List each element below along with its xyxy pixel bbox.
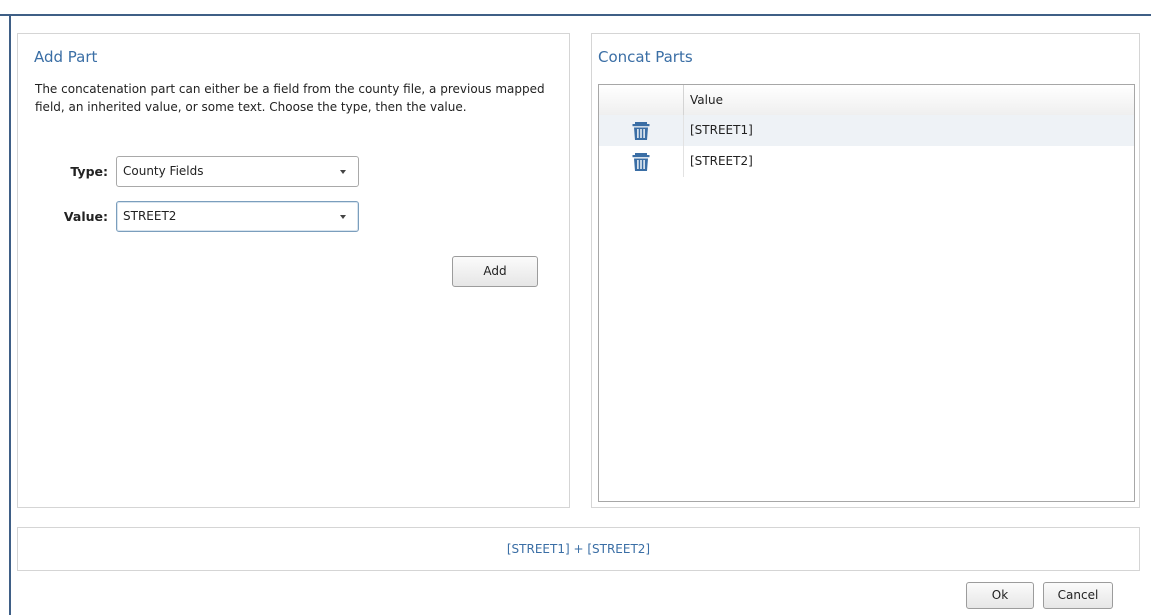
row-value: [STREET2] (690, 154, 753, 168)
concat-parts-panel: Concat Parts Value [STREET1] [STREET2] (591, 33, 1140, 508)
column-separator (683, 85, 684, 115)
value-select-value: STREET2 (123, 209, 177, 223)
concat-parts-grid: Value [STREET1] [STREET2] (598, 84, 1135, 502)
add-part-panel: Add Part The concatenation part can eith… (17, 33, 570, 508)
row-value: [STREET1] (690, 123, 753, 137)
add-part-title: Add Part (34, 48, 98, 66)
chevron-down-icon (340, 215, 346, 219)
cancel-button[interactable]: Cancel (1043, 582, 1113, 609)
column-separator (683, 115, 684, 146)
value-select[interactable]: STREET2 (116, 201, 359, 232)
value-column-header[interactable]: Value (690, 93, 723, 107)
value-label: Value: (63, 209, 108, 224)
concat-parts-title: Concat Parts (598, 48, 693, 66)
type-select-value: County Fields (123, 164, 204, 178)
column-separator (683, 146, 684, 177)
expression-preview: [STREET1] + [STREET2] (17, 527, 1140, 571)
table-row[interactable]: [STREET2] (599, 146, 1134, 177)
chevron-down-icon (340, 170, 346, 174)
expression-text: [STREET1] + [STREET2] (506, 542, 651, 556)
add-part-description: The concatenation part can either be a f… (35, 82, 545, 114)
type-label: Type: (70, 164, 108, 179)
grid-header: Value (599, 85, 1134, 116)
add-button[interactable]: Add (452, 256, 538, 287)
type-select[interactable]: County Fields (116, 156, 359, 187)
ok-button[interactable]: Ok (966, 582, 1034, 609)
trash-icon[interactable] (632, 152, 650, 172)
window-top-border (0, 14, 1151, 16)
trash-icon[interactable] (632, 121, 650, 141)
window-left-border (9, 15, 11, 615)
table-row[interactable]: [STREET1] (599, 115, 1134, 146)
